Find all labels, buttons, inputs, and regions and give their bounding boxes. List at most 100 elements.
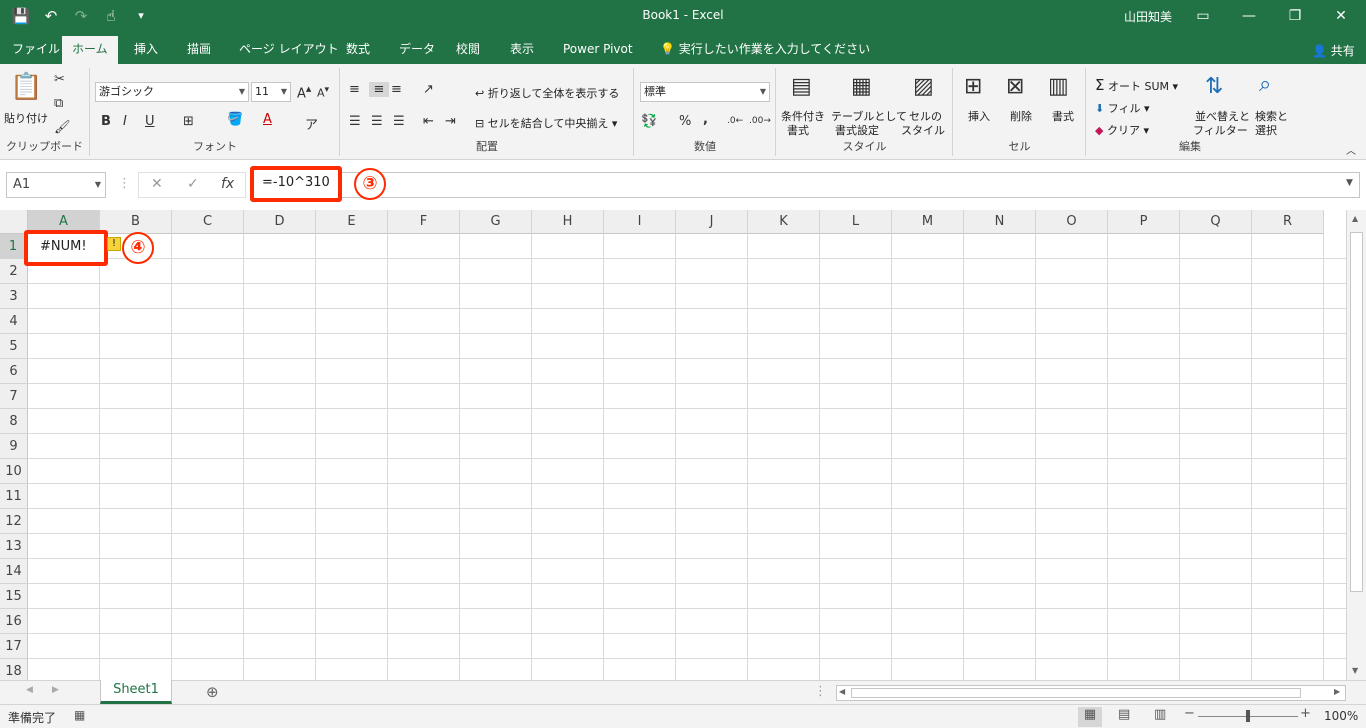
row-header-18[interactable]: 18	[0, 659, 28, 680]
row-header-5[interactable]: 5	[0, 334, 28, 359]
increase-indent-icon[interactable]: ⇥	[445, 114, 456, 129]
macro-record-icon[interactable]: ▦	[74, 708, 85, 722]
tab-formulas[interactable]: 数式	[336, 36, 380, 64]
shrink-font-icon[interactable]: A▾	[317, 84, 329, 100]
column-header-g[interactable]: G	[460, 210, 532, 234]
find-select-icon[interactable]: ⌕	[1259, 72, 1271, 97]
cut-icon[interactable]: ✂	[54, 72, 65, 87]
column-header-m[interactable]: M	[892, 210, 964, 234]
page-layout-view-icon[interactable]: ▤	[1118, 707, 1130, 722]
zoom-in-icon[interactable]: +	[1300, 706, 1311, 721]
save-icon[interactable]: 💾	[10, 5, 32, 27]
column-header-p[interactable]: P	[1108, 210, 1180, 234]
align-top-icon[interactable]: ≡	[349, 82, 360, 97]
column-header-e[interactable]: E	[316, 210, 388, 234]
cell-styles-label-2[interactable]: スタイル	[901, 122, 945, 138]
column-header-r[interactable]: R	[1252, 210, 1324, 234]
tab-view[interactable]: 表示	[500, 36, 544, 64]
insert-function-icon[interactable]: fx	[221, 176, 234, 192]
borders-icon[interactable]: ⊞	[183, 114, 194, 129]
horizontal-scrollbar[interactable]: ◀ ▶	[836, 685, 1346, 701]
row-header-4[interactable]: 4	[0, 309, 28, 334]
scroll-down-icon[interactable]: ▼	[1352, 666, 1358, 675]
undo-icon[interactable]: ↶	[40, 5, 62, 27]
row-header-13[interactable]: 13	[0, 534, 28, 559]
row-header-16[interactable]: 16	[0, 609, 28, 634]
tab-power-pivot[interactable]: Power Pivot	[553, 36, 643, 64]
underline-button[interactable]: U	[145, 114, 155, 129]
column-header-q[interactable]: Q	[1180, 210, 1252, 234]
wrap-text-button[interactable]: ↩ 折り返して全体を表示する	[475, 85, 619, 101]
percent-button[interactable]: %	[679, 114, 691, 129]
next-sheet-icon[interactable]: ▶	[52, 685, 59, 695]
fill-button[interactable]: ⬇ フィル ▾	[1095, 100, 1150, 116]
error-warning-icon[interactable]: !	[107, 237, 121, 251]
insert-cells-label[interactable]: 挿入	[968, 108, 990, 124]
close-button[interactable]: ✕	[1318, 0, 1364, 32]
format-cells-label[interactable]: 書式	[1052, 108, 1074, 124]
row-header-9[interactable]: 9	[0, 434, 28, 459]
copy-icon[interactable]: ⧉	[54, 96, 63, 111]
format-as-table-icon[interactable]: ▦	[851, 74, 872, 99]
format-painter-icon[interactable]: 🖌	[54, 120, 71, 135]
comma-button[interactable]: ,	[703, 112, 708, 127]
sheet-tab-sheet1[interactable]: Sheet1	[100, 680, 172, 704]
merge-center-button[interactable]: ⊟ セルを結合して中央揃え ▾	[475, 115, 617, 131]
cell-styles-icon[interactable]: ▨	[913, 74, 934, 99]
paste-label[interactable]: 貼り付け	[4, 110, 48, 126]
tab-review[interactable]: 校閲	[446, 36, 490, 64]
tell-me-search[interactable]: 💡 実行したい作業を入力してください	[650, 36, 880, 64]
find-select-label-2[interactable]: 選択	[1255, 122, 1277, 138]
scroll-right-icon[interactable]: ▶	[1334, 687, 1340, 696]
column-header-b[interactable]: B	[100, 210, 172, 234]
page-break-view-icon[interactable]: ▥	[1154, 707, 1166, 722]
tab-home[interactable]: ホーム	[62, 36, 118, 64]
zoom-slider-thumb[interactable]	[1246, 710, 1250, 722]
add-sheet-icon[interactable]: ⊕	[206, 683, 219, 701]
expand-formula-bar-icon[interactable]: ▼	[1346, 178, 1353, 188]
bold-button[interactable]: B	[101, 114, 111, 129]
vertical-scroll-thumb[interactable]	[1350, 232, 1363, 592]
collapse-ribbon-icon[interactable]: ︿	[1346, 142, 1356, 157]
tab-data[interactable]: データ	[389, 36, 445, 64]
column-header-d[interactable]: D	[244, 210, 316, 234]
horizontal-scroll-thumb[interactable]	[851, 688, 1301, 698]
conditional-formatting-icon[interactable]: ▤	[791, 74, 812, 99]
column-header-l[interactable]: L	[820, 210, 892, 234]
column-header-n[interactable]: N	[964, 210, 1036, 234]
cell-area[interactable]	[28, 234, 1346, 680]
align-left-icon[interactable]: ☰	[349, 114, 361, 129]
user-name[interactable]: 山田知美	[1124, 8, 1172, 25]
row-header-11[interactable]: 11	[0, 484, 28, 509]
column-header-k[interactable]: K	[748, 210, 820, 234]
column-header-j[interactable]: J	[676, 210, 748, 234]
tab-insert[interactable]: 挿入	[124, 36, 168, 64]
formula-input[interactable]	[250, 172, 1360, 198]
row-header-3[interactable]: 3	[0, 284, 28, 309]
touch-mode-icon[interactable]: ☝	[100, 5, 122, 27]
column-header-i[interactable]: I	[604, 210, 676, 234]
align-bottom-icon[interactable]: ≡	[391, 82, 402, 97]
fill-color-icon[interactable]: 🪣	[227, 112, 243, 127]
tab-draw[interactable]: 描画	[177, 36, 221, 64]
zoom-slider[interactable]	[1198, 710, 1298, 722]
align-right-icon[interactable]: ☰	[393, 114, 405, 129]
tab-page-layout[interactable]: ページ レイアウト	[229, 36, 349, 64]
font-name-combo[interactable]: 游ゴシック ▼	[95, 82, 249, 102]
decrease-indent-icon[interactable]: ⇤	[423, 114, 434, 129]
font-color-icon[interactable]: A	[263, 112, 272, 127]
delete-cells-label[interactable]: 削除	[1010, 108, 1032, 124]
minimize-button[interactable]: —	[1226, 0, 1272, 32]
column-header-f[interactable]: F	[388, 210, 460, 234]
delete-cells-icon[interactable]: ⊠	[1006, 74, 1024, 99]
name-box[interactable]: A1 ▼	[6, 172, 106, 198]
decrease-decimal-icon[interactable]: .00→	[749, 116, 771, 126]
redo-icon[interactable]: ↷	[70, 5, 92, 27]
worksheet-grid[interactable]: ABCDEFGHIJKLMNOPQR 1 2 3 4 5 6 7 8 9 10 11 12 13 14 15…	[0, 210, 1346, 680]
align-center-icon[interactable]: ☰	[371, 114, 383, 129]
zoom-out-icon[interactable]: −	[1184, 706, 1195, 721]
enter-icon[interactable]: ✓	[187, 176, 199, 192]
vertical-scrollbar[interactable]: ▲ ▼	[1346, 210, 1366, 680]
share-button[interactable]: 👤 共有	[1312, 42, 1355, 59]
row-header-14[interactable]: 14	[0, 559, 28, 584]
